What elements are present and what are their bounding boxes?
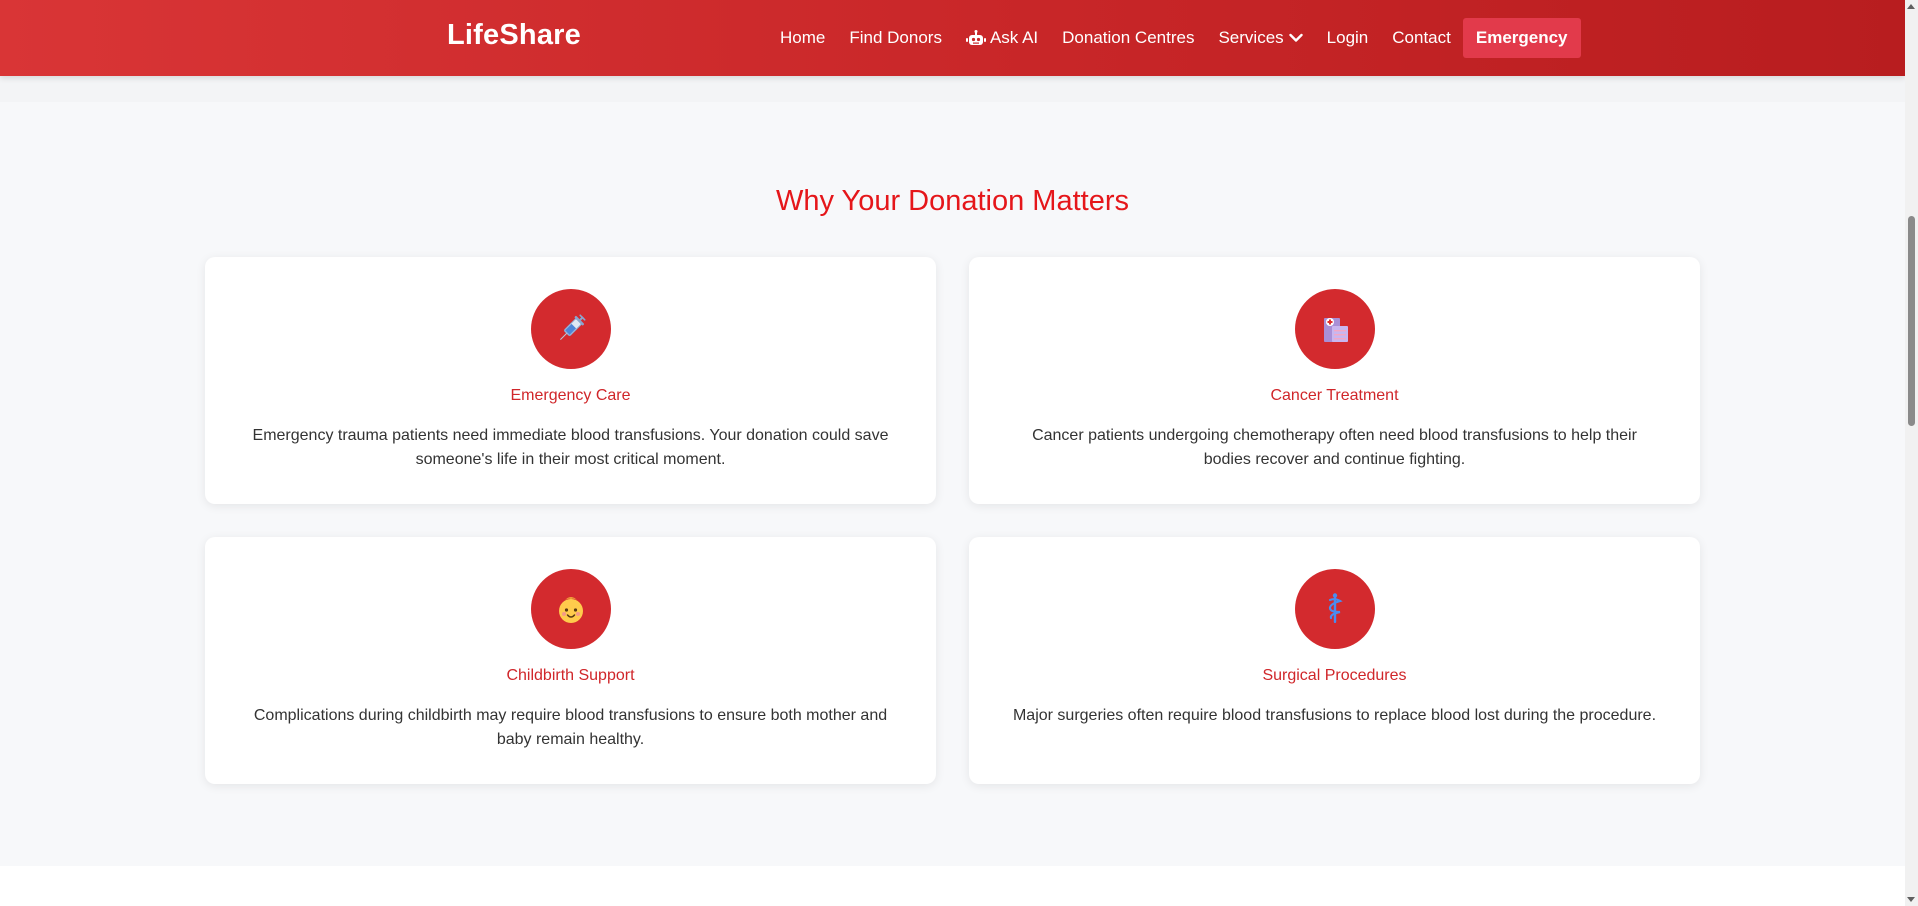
section-title: Why Your Donation Matters [775, 185, 1129, 217]
card-emergency-care: Emergency Care Emergency trauma patients… [205, 257, 936, 504]
card-title: Emergency Care [510, 387, 631, 404]
why-donation-matters-section: Why Your Donation Matters Emergency Care… [0, 102, 1905, 866]
robot-icon [965, 30, 986, 46]
card-description: Complications during childbirth may requ… [253, 707, 888, 748]
brand-logo[interactable]: LifeShare [447, 19, 581, 52]
card-title: Cancer Treatment [1270, 387, 1399, 404]
nav-services-label: Services [1218, 28, 1284, 47]
nav-find-donors[interactable]: Find Donors [849, 28, 942, 48]
hospital-icon [1295, 289, 1375, 369]
nav-ask-ai-label: Ask AI [989, 28, 1039, 47]
chevron-down-icon [1288, 33, 1303, 43]
nav-login[interactable]: Login [1327, 28, 1369, 48]
nav-contact[interactable]: Contact [1392, 28, 1451, 48]
nav-ask-ai[interactable]: Ask AI [965, 28, 1039, 48]
next-section-start [0, 866, 1905, 906]
nav-home[interactable]: Home [780, 28, 825, 48]
page: LifeShare Home Find Donors Ask AI Donati… [0, 0, 1918, 906]
card-surgical-procedures: Surgical Procedures Major surgeries ofte… [969, 537, 1700, 784]
top-strip [0, 76, 1905, 102]
vertical-scrollbar[interactable] [1905, 0, 1918, 906]
scroll-down-arrow-icon[interactable] [1907, 897, 1915, 902]
top-navbar: LifeShare Home Find Donors Ask AI Donati… [0, 0, 1905, 76]
nav-donation-centres[interactable]: Donation Centres [1062, 28, 1194, 48]
card-cancer-treatment: Cancer Treatment Cancer patients undergo… [969, 257, 1700, 504]
medical-symbol-icon [1295, 569, 1375, 649]
scrollbar-thumb[interactable] [1908, 216, 1915, 426]
scroll-up-arrow-icon[interactable] [1907, 4, 1915, 9]
card-title: Childbirth Support [506, 667, 635, 684]
emergency-button[interactable]: Emergency [1462, 18, 1581, 58]
main-nav: Home Find Donors Ask AI Donation Centres… [768, 18, 1581, 58]
baby-icon [531, 569, 611, 649]
syringe-icon [531, 289, 611, 369]
card-childbirth-support: Childbirth Support Complications during … [205, 537, 936, 784]
card-description: Cancer patients undergoing chemotherapy … [1032, 427, 1637, 468]
card-description: Emergency trauma patients need immediate… [252, 427, 889, 468]
card-title: Surgical Procedures [1262, 667, 1407, 684]
card-description: Major surgeries often require blood tran… [1012, 707, 1657, 724]
nav-services[interactable]: Services [1218, 28, 1303, 48]
